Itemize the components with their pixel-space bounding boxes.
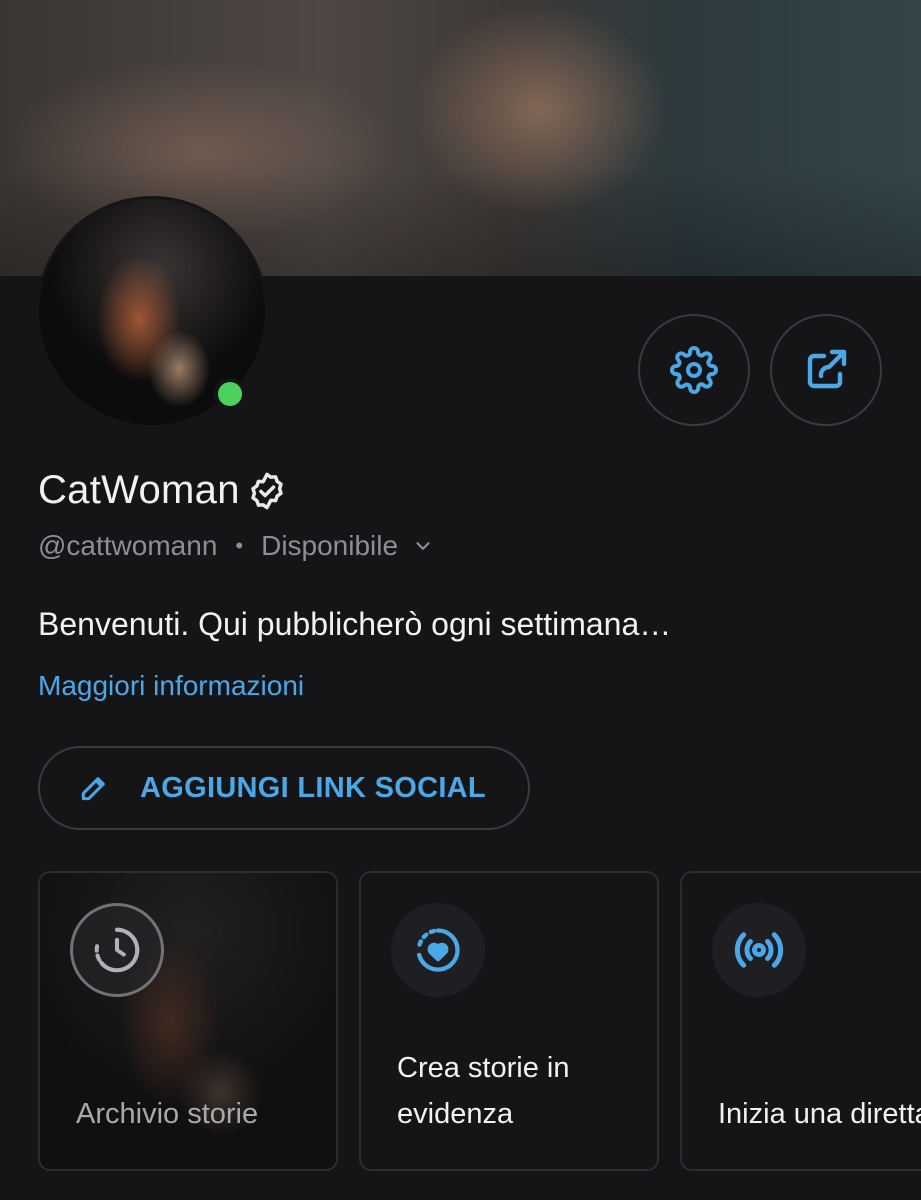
story-archive-card[interactable]: Archivio storie <box>38 871 338 1171</box>
separator-dot: • <box>235 533 244 558</box>
online-status-dot <box>214 378 246 410</box>
share-icon <box>807 349 847 389</box>
live-broadcast-icon <box>734 932 784 968</box>
card-icon-circle <box>70 903 164 997</box>
profile-name: CatWoman <box>38 468 240 512</box>
create-highlights-label: Crea storie in evidenza <box>397 1052 570 1130</box>
profile-handle: @cattwomann <box>38 530 218 561</box>
share-button[interactable] <box>770 314 882 426</box>
profile-bio: Benvenuti. Qui pubblicherò ogni settiman… <box>38 606 672 642</box>
add-social-links-button[interactable]: AGGIUNGI LINK SOCIAL <box>38 746 530 830</box>
story-archive-clock-icon <box>94 927 140 973</box>
gear-icon <box>670 346 718 394</box>
more-info-link[interactable]: Maggiori informazioni <box>38 670 304 702</box>
handle-row: @cattwomann • Disponibile <box>38 530 434 562</box>
verified-badge-icon <box>251 472 283 509</box>
chevron-down-icon <box>416 542 430 550</box>
card-icon-circle <box>391 903 485 997</box>
card-icon-circle <box>712 903 806 997</box>
availability-status: Disponibile <box>261 530 399 561</box>
pencil-icon <box>81 777 105 801</box>
add-social-links-label: AGGIUNGI LINK SOCIAL <box>140 771 486 804</box>
create-highlights-card[interactable]: Crea storie in evidenza <box>359 871 659 1171</box>
story-archive-label: Archivio storie <box>76 1098 259 1130</box>
start-live-label: Inizia una diretta <box>718 1098 921 1130</box>
settings-button[interactable] <box>638 314 750 426</box>
highlight-heart-icon <box>416 928 460 972</box>
availability-dropdown[interactable]: Disponibile <box>261 530 434 562</box>
profile-name-row: CatWoman <box>38 468 288 513</box>
start-live-card[interactable]: Inizia una diretta <box>680 871 921 1171</box>
